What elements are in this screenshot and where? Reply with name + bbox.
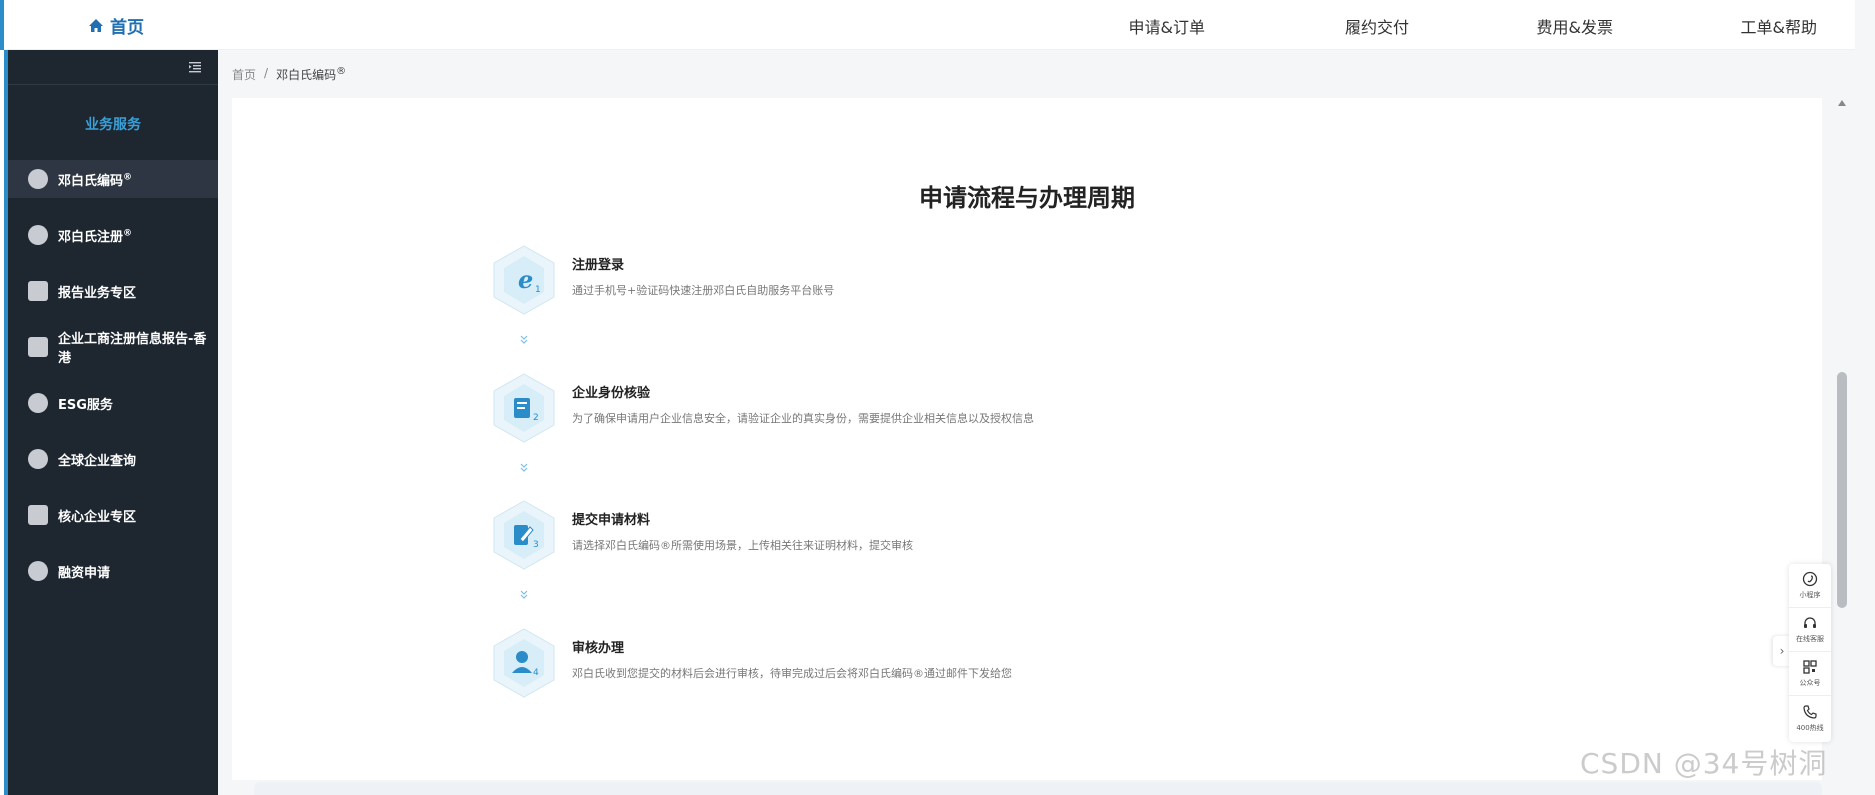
home-link[interactable]: 首页 (88, 13, 144, 38)
step-description: 通过手机号+验证码快速注册邓白氏自助服务平台账号 (572, 284, 835, 297)
float-item-label: 小程序 (1799, 591, 1821, 599)
submit-icon: 3 (493, 500, 555, 570)
headset-icon (1804, 617, 1816, 628)
document-icon (28, 281, 48, 301)
step-title: 审核办理 (572, 641, 625, 656)
phone-icon (1803, 704, 1817, 719)
step-description: 为了确保申请用户企业信息安全，请验证企业的真实身份，需要提供企业相关信息以及授权… (572, 412, 1034, 425)
leaf-icon (28, 393, 48, 413)
chevron-right-icon: › (1779, 644, 1785, 658)
sidebar-item-reports[interactable]: 报告业务专区 (8, 272, 218, 310)
topbar-accent (0, 0, 4, 50)
breadcrumb-current: 邓白氏编码® (276, 66, 347, 82)
home-icon (89, 18, 103, 32)
float-item-miniprogram[interactable]: 小程序 (1789, 564, 1831, 608)
float-item-hotline[interactable]: 400热线 (1789, 696, 1831, 740)
home-label: 首页 (110, 18, 144, 38)
user-icon (28, 225, 48, 245)
chevron-down-icon (520, 335, 528, 344)
step-title: 注册登录 (572, 258, 625, 273)
sidebar-item-core-enterprise[interactable]: 核心企业专区 (8, 496, 218, 534)
miniprogram-icon (1802, 571, 1818, 587)
step-description: 邓白氏收到您提交的材料后会进行审核，待审完成过后会将邓白氏编码®通过邮件下发给您 (572, 667, 1012, 680)
float-item-official-account[interactable]: 公众号 (1789, 652, 1831, 696)
float-service-panel: 小程序 在线客服 公众号 400热线 (1789, 564, 1831, 742)
process-step: 4 审核办理 邓白氏收到您提交的材料后会进行审核，待审完成过后会将邓白氏编码®通… (490, 627, 1190, 707)
sidebar-item-duns-register[interactable]: 邓白氏注册® (8, 216, 218, 254)
topnav-fees-invoices[interactable]: 费用&发票 (1409, 14, 1613, 38)
sidebar-item-label: 融资申请 (58, 565, 111, 581)
chevron-down-icon (520, 590, 528, 599)
book-icon (28, 337, 48, 357)
sidebar-item-label: 核心企业专区 (58, 509, 137, 525)
watermark: CSDN @34号树洞 (1580, 747, 1828, 780)
svg-text:3: 3 (533, 540, 539, 550)
sidebar-item-label: 报告业务专区 (58, 285, 137, 301)
collapse-menu-icon[interactable] (188, 60, 202, 74)
scrollbar[interactable] (1835, 96, 1849, 795)
sidebar: 业务服务 邓白氏编码® 邓白氏注册® 报告业务专区 企业工商注册信息报告-香港 … (0, 50, 218, 795)
earth-icon (28, 449, 48, 469)
review-icon: 4 (493, 628, 555, 698)
scroll-up-icon[interactable] (1838, 100, 1846, 106)
topnav-apply-orders[interactable]: 申请&订单 (1001, 14, 1205, 38)
scroll-thumb[interactable] (1837, 372, 1847, 608)
sidebar-item-label: 邓白氏编码® (58, 172, 133, 189)
process-step: e 1 注册登录 通过手机号+验证码快速注册邓白氏自助服务平台账号 (490, 244, 1190, 324)
breadcrumb-separator: / (264, 66, 269, 80)
sidebar-item-label: 全球企业查询 (58, 453, 137, 469)
breadcrumb-root[interactable]: 首页 (232, 66, 256, 83)
sidebar-section-title: 业务服务 (85, 117, 141, 133)
sidebar-item-financing[interactable]: 融资申请 (8, 552, 218, 590)
sidebar-divider (8, 84, 218, 85)
sidebar-item-label: 企业工商注册信息报告-香港 (58, 332, 207, 366)
svg-text:1: 1 (535, 285, 541, 295)
svg-text:2: 2 (533, 413, 539, 423)
process-step: 2 企业身份核验 为了确保申请用户企业信息安全，请验证企业的真实身份，需要提供企… (490, 372, 1190, 452)
page-title: 申请流程与办理周期 (919, 184, 1135, 212)
next-card-edge (254, 782, 1822, 795)
step-title: 提交申请材料 (572, 513, 651, 528)
top-nav: 申请&订单 履约交付 费用&发票 工单&帮助 (1001, 14, 1817, 38)
building-icon (28, 505, 48, 525)
float-item-label: 在线客服 (1796, 635, 1824, 643)
step-description: 请选择邓白氏编码®所需使用场景，上传相关往来证明材料，提交审核 (572, 539, 913, 552)
qrcode-icon (1803, 660, 1817, 674)
main-content: 申请流程与办理周期 e 1 注册登录 通过手机号+验证码快速注册邓白氏自助服务平… (232, 98, 1822, 780)
chevron-down-icon (520, 463, 528, 472)
sidebar-item-global-search[interactable]: 全球企业查询 (8, 440, 218, 478)
step-title: 企业身份核验 (572, 386, 651, 401)
topnav-delivery[interactable]: 履约交付 (1205, 14, 1409, 38)
float-item-label: 公众号 (1799, 679, 1821, 687)
svg-text:e: e (518, 265, 533, 294)
sidebar-accent (0, 50, 8, 795)
sidebar-item-label: 邓白氏注册® (58, 228, 133, 245)
float-item-label: 400热线 (1796, 723, 1824, 732)
register-icon: e 1 (493, 245, 555, 315)
top-navbar: 首页 申请&订单 履约交付 费用&发票 工单&帮助 (0, 0, 1855, 50)
sidebar-item-hk-report[interactable]: 企业工商注册信息报告-香港 (8, 328, 218, 366)
float-item-online-service[interactable]: 在线客服 (1789, 608, 1831, 652)
process-step: 3 提交申请材料 请选择邓白氏编码®所需使用场景，上传相关往来证明材料，提交审核 (490, 499, 1190, 579)
verify-icon: 2 (493, 373, 555, 443)
topnav-tickets-help[interactable]: 工单&帮助 (1613, 14, 1817, 38)
breadcrumb: 首页 / 邓白氏编码® (232, 66, 346, 83)
sidebar-item-esg[interactable]: ESG服务 (8, 384, 218, 422)
globe-icon (28, 169, 48, 189)
sidebar-item-label: ESG服务 (58, 397, 113, 413)
sidebar-item-duns-number[interactable]: 邓白氏编码® (8, 160, 218, 198)
cloud-icon (28, 561, 48, 581)
svg-text:4: 4 (533, 668, 539, 678)
